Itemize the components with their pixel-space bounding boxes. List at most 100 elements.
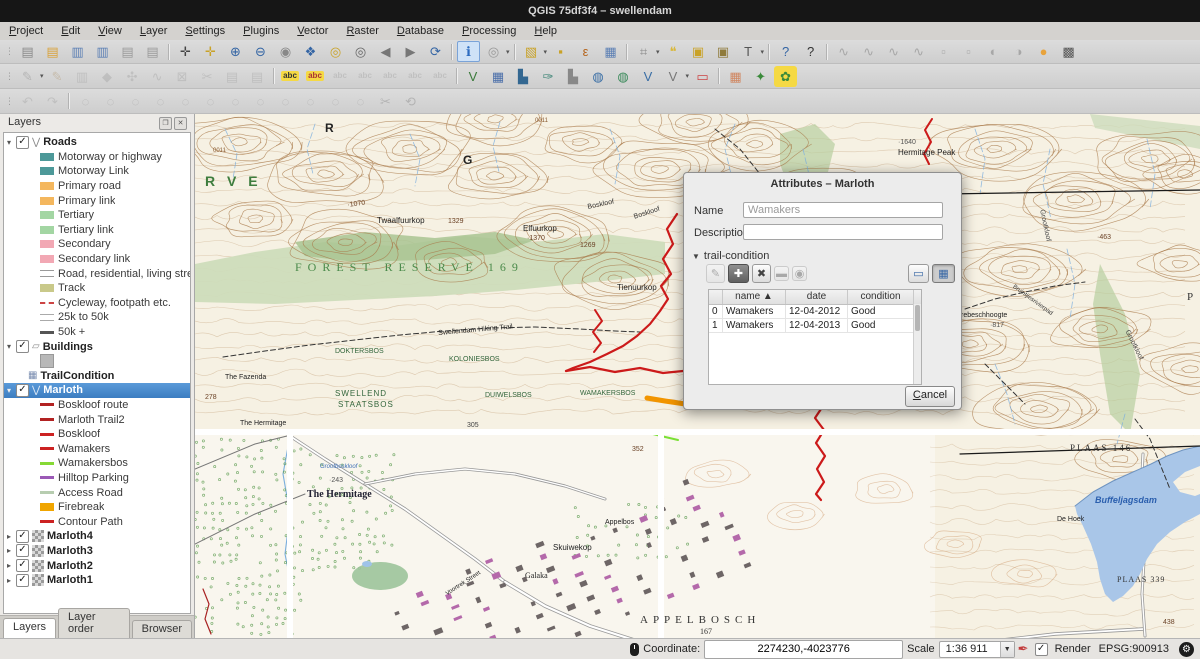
whats-this-button[interactable]: ? <box>799 41 822 62</box>
layer-item-primary-road[interactable]: Primary road <box>4 179 190 194</box>
table-row[interactable]: 1Wamakers12-04-2013Good <box>709 319 921 333</box>
layer-item-marloth2[interactable]: ▸✓Marloth2 <box>4 558 190 573</box>
label-show-hide-button[interactable]: abc <box>354 66 377 87</box>
offset-curve-button[interactable]: ◌ <box>249 91 272 112</box>
layer-item-25k-to-50k[interactable]: 25k to 50k <box>4 310 190 325</box>
layer-item-boskloof[interactable]: Boskloof <box>4 427 190 442</box>
layer-item-access-road[interactable]: Access Road <box>4 485 190 500</box>
expander-icon[interactable]: ▸ <box>4 561 14 570</box>
merge-features-button[interactable]: ◌ <box>324 91 347 112</box>
plugin-tool-7-button[interactable]: ◐ <box>982 41 1005 62</box>
layer-checkbox[interactable]: ✓ <box>16 544 29 557</box>
layer-item-secondary[interactable]: Secondary <box>4 237 190 252</box>
expander-icon[interactable]: ▾ <box>4 138 14 147</box>
zoom-to-layer-button[interactable]: ◎ <box>349 41 372 62</box>
text-annotation-dropdown-icon[interactable]: ▾ <box>761 48 765 56</box>
layer-item-boskloof-route[interactable]: Boskloof route <box>4 398 190 413</box>
layer-item-cycleway-footpath-etc[interactable]: Cycleway, footpath etc. <box>4 296 190 311</box>
table-view-icon[interactable]: ▦ <box>932 264 955 283</box>
new-project-button[interactable]: ▤ <box>16 41 39 62</box>
render-checkbox[interactable]: ✓ <box>1035 643 1048 656</box>
label-pinned-button[interactable]: abc <box>304 66 327 87</box>
form-view-icon[interactable]: ▭ <box>908 264 929 283</box>
toolbar-handle[interactable]: ⋮ <box>5 71 12 82</box>
crs-status[interactable]: EPSG:900913 <box>1099 643 1169 655</box>
plugin-tool-1-button[interactable]: ∿ <box>832 41 855 62</box>
dark-raster-tool-button[interactable]: ▩ <box>1057 41 1080 62</box>
split-features-button[interactable]: ◌ <box>274 91 297 112</box>
layer-item-roads[interactable]: ▾✓⋁Roads <box>4 135 190 150</box>
layer-item-wamakersbos[interactable]: Wamakersbos <box>4 456 190 471</box>
mouse-tracking-icon[interactable] <box>630 643 639 656</box>
tab-layers[interactable]: Layers <box>3 618 56 638</box>
render-paint-icon[interactable]: ✒ <box>1018 641 1029 657</box>
identify-features-button[interactable]: ℹ <box>457 41 480 62</box>
zoom-magnifier-button[interactable]: ◎ <box>482 41 505 62</box>
plugin-tool-4-button[interactable]: ∿ <box>907 41 930 62</box>
add-feature-button[interactable]: ◆ <box>96 66 119 87</box>
menu-project[interactable]: Project <box>0 22 52 40</box>
fill-ring-button[interactable]: ◌ <box>149 91 172 112</box>
layer-item-marloth1[interactable]: ▸✓Marloth1 <box>4 573 190 588</box>
layer-item-hilltop-parking[interactable]: Hilltop Parking <box>4 471 190 486</box>
layer-item-motorway-link[interactable]: Motorway Link <box>4 164 190 179</box>
panel-close-icon[interactable]: ✕ <box>174 117 187 130</box>
add-raster-layer-button[interactable]: ▦ <box>487 66 510 87</box>
processing-toolbox-button[interactable]: ✦ <box>749 66 772 87</box>
map-tips-button[interactable]: ❝ <box>662 41 685 62</box>
layer-item-50k[interactable]: 50k + <box>4 325 190 340</box>
toolbar-handle[interactable]: ⋮ <box>5 96 12 107</box>
add-spatialite-layer-button[interactable]: ✑ <box>537 66 560 87</box>
move-feature-button[interactable]: ✣ <box>121 66 144 87</box>
open-attribute-table-button[interactable]: ▦ <box>599 41 622 62</box>
add-child-icon[interactable]: ✚ <box>728 264 749 283</box>
expander-icon[interactable]: ▸ <box>4 546 14 555</box>
zoom-out-button[interactable]: ⊖ <box>249 41 272 62</box>
zoom-next-button[interactable]: ▶ <box>399 41 422 62</box>
open-project-button[interactable]: ▤ <box>41 41 64 62</box>
coordinate-input[interactable] <box>704 640 903 659</box>
plugin-tool-3-button[interactable]: ∿ <box>882 41 905 62</box>
measure-button[interactable]: ⌗ <box>632 41 655 62</box>
col-name[interactable]: name ▲ <box>723 290 786 304</box>
layer-checkbox[interactable]: ✓ <box>16 136 29 149</box>
osm-tool-button[interactable]: ● <box>1032 41 1055 62</box>
table-row[interactable]: 0Wamakers12-04-2012Good <box>709 305 921 319</box>
label-rotate-button[interactable]: abc <box>379 66 402 87</box>
zoom-last-button[interactable]: ◀ <box>374 41 397 62</box>
merge-attributes-button[interactable]: ◌ <box>349 91 372 112</box>
layer-item-marloth-trail2[interactable]: Marloth Trail2 <box>4 412 190 427</box>
add-wfs-layer-button[interactable]: V <box>637 66 660 87</box>
undo-button[interactable]: ↶ <box>16 91 39 112</box>
layer-item-primary-link[interactable]: Primary link <box>4 193 190 208</box>
reshape-features-button[interactable]: ◌ <box>224 91 247 112</box>
add-ring-button[interactable]: ◌ <box>99 91 122 112</box>
menu-plugins[interactable]: Plugins <box>234 22 288 40</box>
layer-item-marloth[interactable]: ▾✓⋁Marloth <box>4 383 190 398</box>
trail-condition-section-header[interactable]: ▼trail-condition <box>692 250 769 262</box>
layer-item-symbol[interactable] <box>4 354 190 369</box>
add-wcs-layer-button[interactable]: ◍ <box>612 66 635 87</box>
rotate-feature-button[interactable]: ⟲ <box>399 91 422 112</box>
menu-layer[interactable]: Layer <box>131 22 177 40</box>
delete-part-button[interactable]: ◌ <box>199 91 222 112</box>
expander-icon[interactable]: ▸ <box>4 532 14 541</box>
layer-item-marloth3[interactable]: ▸✓Marloth3 <box>4 544 190 559</box>
layer-item-trailcondition[interactable]: ▦TrailCondition <box>4 369 190 384</box>
expander-icon[interactable]: ▾ <box>4 386 14 395</box>
plugin-tool-5-button[interactable]: ▫ <box>932 41 955 62</box>
zoom-full-button[interactable]: ❖ <box>299 41 322 62</box>
text-annotation-button[interactable]: T <box>737 41 760 62</box>
menu-database[interactable]: Database <box>388 22 453 40</box>
paste-features-button[interactable]: ▤ <box>246 66 269 87</box>
toolbar-handle[interactable]: ⋮ <box>5 46 12 57</box>
labeling-button[interactable]: abc <box>279 66 302 87</box>
layer-checkbox[interactable]: ✓ <box>16 574 29 587</box>
layer-checkbox[interactable]: ✓ <box>16 530 29 543</box>
new-shapefile-layer-button[interactable]: ▭ <box>691 66 714 87</box>
refresh-button[interactable]: ⟳ <box>424 41 447 62</box>
plugin-tool-8-button[interactable]: ◑ <box>1007 41 1030 62</box>
select-features-button[interactable]: ▧ <box>520 41 543 62</box>
cancel-button[interactable]: Cancel <box>905 386 955 407</box>
save-project-as-button[interactable]: ▥ <box>91 41 114 62</box>
